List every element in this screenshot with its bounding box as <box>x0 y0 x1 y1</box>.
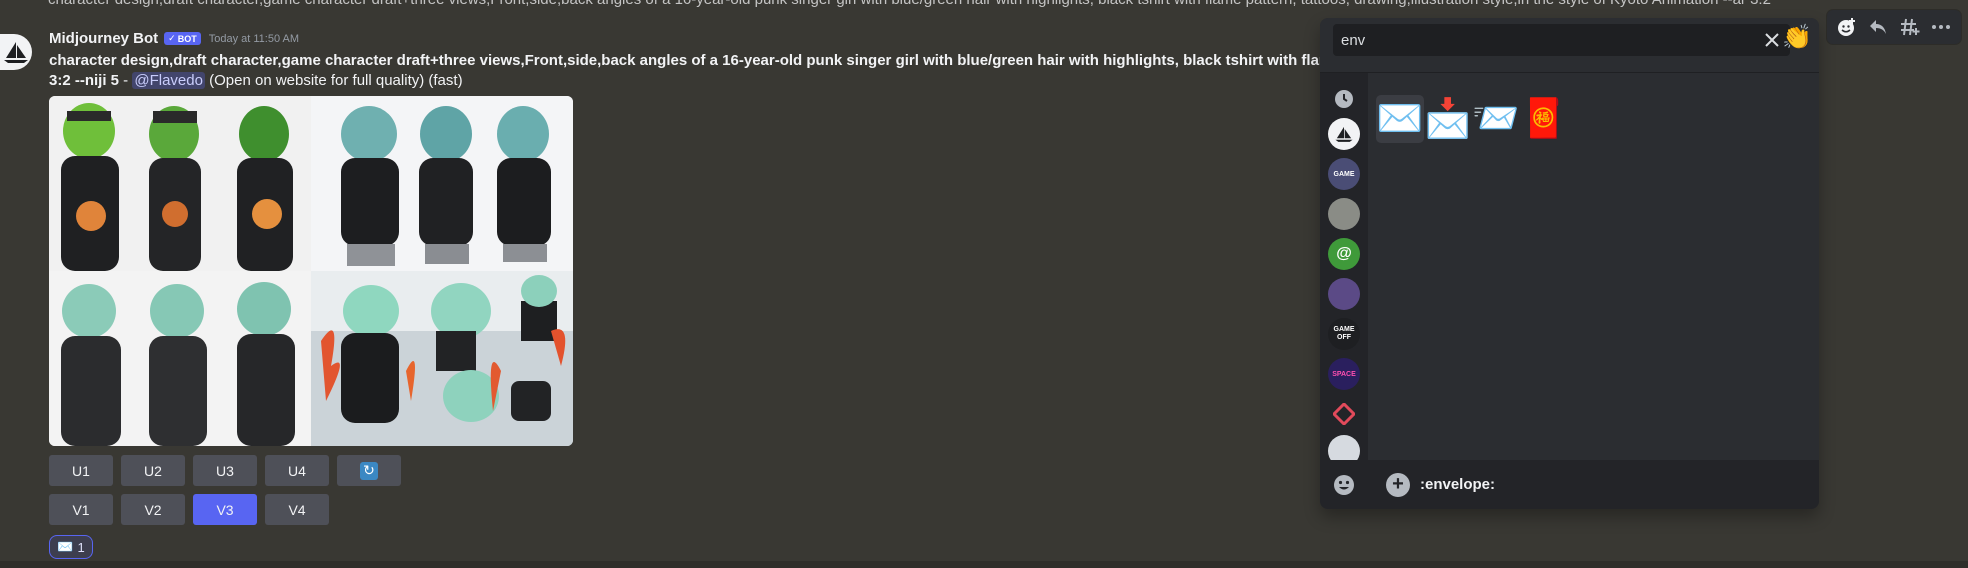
prompt-text-cont: 3:2 --niji 5 <box>49 72 120 89</box>
verified-check-icon: ✓ <box>168 33 176 43</box>
reaction-count: 1 <box>77 539 85 555</box>
message-toolbar <box>1827 10 1961 44</box>
midjourney-server-icon[interactable] <box>1328 118 1360 150</box>
hovered-emoji-name: :envelope: <box>1420 476 1496 493</box>
server-space-icon[interactable]: SPACE <box>1328 358 1360 390</box>
emoji-envelope[interactable]: ✉️ <box>1376 95 1424 143</box>
close-icon[interactable] <box>1762 30 1782 50</box>
u2-button[interactable]: U2 <box>121 455 185 486</box>
user-mention[interactable]: @Flavedo <box>132 72 205 89</box>
server-purple-icon[interactable] <box>1328 278 1360 310</box>
image-quadrant-1 <box>49 96 311 271</box>
emoji-results: ✉️ 📩 📨 🧧 <box>1368 73 1819 460</box>
author-name[interactable]: Midjourney Bot <box>49 30 158 47</box>
emoji-incoming-envelope[interactable]: 📨 <box>1472 95 1520 143</box>
server-gameoff-icon[interactable]: GAME OFF <box>1328 318 1360 350</box>
message-header: Midjourney Bot ✓ BOT Today at 11:50 AM <box>49 30 299 47</box>
generated-image[interactable] <box>49 96 573 446</box>
server-diamond-icon[interactable] <box>1328 398 1360 430</box>
recent-icon[interactable] <box>1328 83 1360 115</box>
variation-button-row: V1 V2 V3 V4 <box>49 494 329 525</box>
v4-button[interactable]: V4 <box>265 494 329 525</box>
image-quadrant-2 <box>311 96 573 271</box>
bottom-divider <box>0 561 1968 568</box>
reroll-button[interactable]: ↻ <box>337 455 401 486</box>
reply-icon[interactable] <box>1865 14 1891 40</box>
bot-badge: ✓ BOT <box>164 32 201 45</box>
previous-message-text: character design,draft character,game ch… <box>48 0 1908 8</box>
message-suffix: (Open on website for full quality) (fast… <box>204 72 463 89</box>
prompt-text: character design,draft character,game ch… <box>49 52 1325 69</box>
emoji-envelope-with-arrow[interactable]: 📩 <box>1424 95 1472 143</box>
emoji-picker: 👏 GAME @ GAME OFF SPACE ✉️ 📩 📨 🧧 + :enve… <box>1320 18 1819 509</box>
image-quadrant-4 <box>311 271 573 446</box>
timestamp: Today at 11:50 AM <box>208 32 300 45</box>
v3-button[interactable]: V3 <box>193 494 257 525</box>
sailboat-icon <box>4 42 28 63</box>
server-cat-icon[interactable] <box>1328 198 1360 230</box>
u4-button[interactable]: U4 <box>265 455 329 486</box>
smiley-icon[interactable] <box>1320 474 1368 496</box>
server-robot-icon[interactable] <box>1328 435 1360 463</box>
emoji-red-envelope[interactable]: 🧧 <box>1520 95 1568 143</box>
add-emoji-icon[interactable]: + <box>1386 472 1410 497</box>
emoji-picker-header: 👏 <box>1320 18 1819 73</box>
reaction-envelope[interactable]: ✉️ 1 <box>49 535 93 559</box>
skin-tone-selector[interactable]: 👏 <box>1782 22 1812 52</box>
envelope-icon: ✉️ <box>57 539 74 554</box>
v1-button[interactable]: V1 <box>49 494 113 525</box>
reroll-icon: ↻ <box>360 461 378 480</box>
more-icon[interactable] <box>1928 14 1954 40</box>
add-reaction-icon[interactable] <box>1834 14 1860 40</box>
server-at-icon[interactable]: @ <box>1328 238 1360 270</box>
create-thread-icon[interactable] <box>1897 14 1923 40</box>
image-quadrant-3 <box>49 271 311 446</box>
bot-avatar[interactable] <box>0 34 32 70</box>
u1-button[interactable]: U1 <box>49 455 113 486</box>
v2-button[interactable]: V2 <box>121 494 185 525</box>
emoji-category-rail: GAME @ GAME OFF SPACE <box>1320 73 1368 463</box>
u3-button[interactable]: U3 <box>193 455 257 486</box>
emoji-search-box[interactable] <box>1333 24 1790 56</box>
server-game-icon[interactable]: GAME <box>1328 158 1360 190</box>
emoji-search-input[interactable] <box>1341 31 1762 49</box>
emoji-picker-footer: + :envelope: <box>1320 460 1819 509</box>
upscale-button-row: U1 U2 U3 U4 ↻ <box>49 455 401 486</box>
